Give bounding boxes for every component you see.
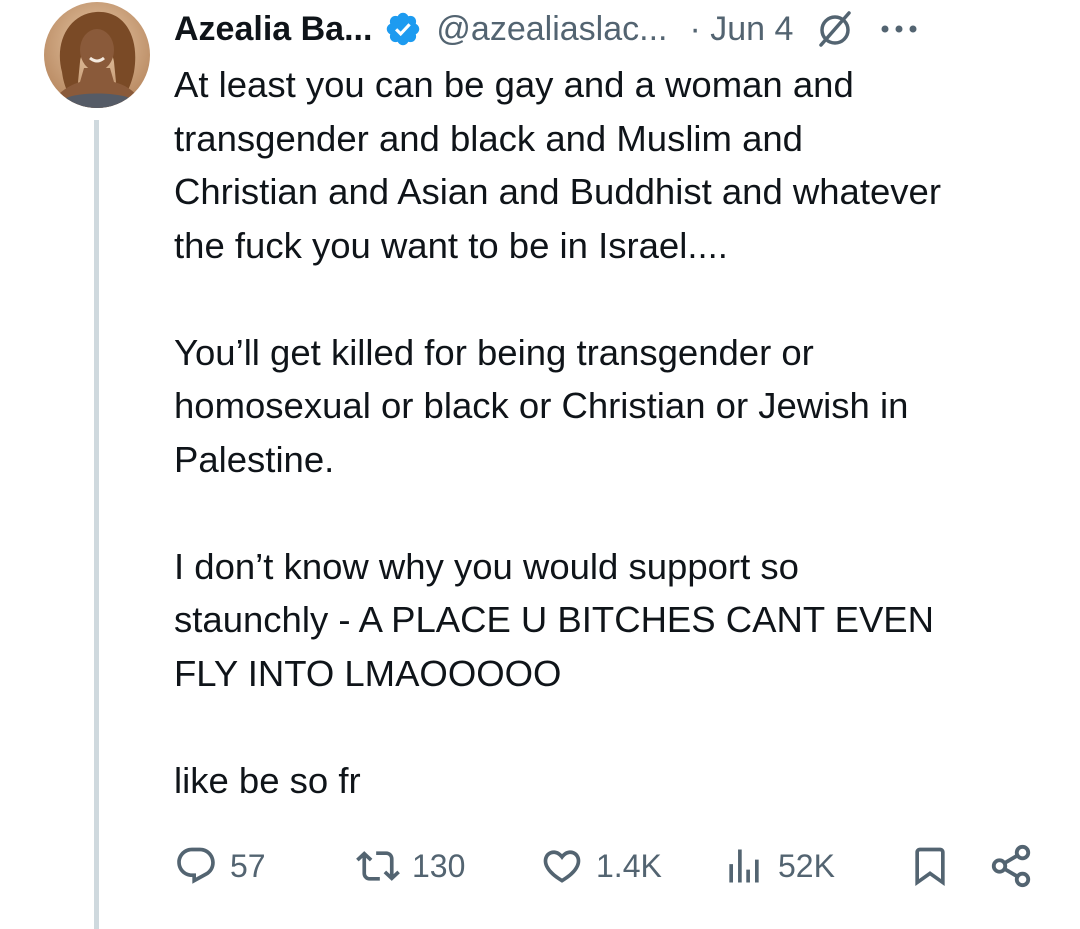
heart-icon (543, 850, 581, 883)
repost-button[interactable]: 130 (356, 838, 465, 894)
views-button[interactable]: 52K (722, 838, 835, 894)
tweet-date[interactable]: · Jun 4 (689, 10, 793, 49)
views-icon (729, 849, 759, 883)
avatar[interactable] (44, 2, 150, 108)
author-name[interactable]: Azealia Ba... (174, 10, 372, 49)
verified-badge-icon[interactable] (384, 10, 422, 48)
bookmark-button[interactable] (908, 838, 952, 894)
bookmark-icon (915, 847, 945, 887)
views-count: 52K (778, 847, 835, 884)
repost-count: 130 (412, 847, 466, 884)
reply-count: 57 (230, 847, 266, 884)
author-handle[interactable]: @azealiaslac... (436, 10, 667, 49)
tweet-text: At least you can be gay and a woman and … (174, 64, 941, 801)
tweet-header: Azealia Ba... @azealiaslac... · Jun 4 (174, 4, 1060, 54)
avatar-image (44, 2, 150, 108)
reply-icon (177, 847, 215, 884)
repost-icon (356, 851, 400, 881)
reply-button[interactable]: 57 (174, 838, 266, 894)
more-icon[interactable] (879, 19, 919, 39)
like-count: 1.4K (596, 847, 662, 884)
like-button[interactable]: 1.4K (540, 838, 662, 894)
grok-icon[interactable] (813, 7, 857, 51)
share-icon (991, 844, 1031, 888)
thread-line (94, 120, 99, 929)
action-bar: 57 130 1.4K 52K (174, 838, 1044, 894)
share-button[interactable] (988, 838, 1034, 894)
